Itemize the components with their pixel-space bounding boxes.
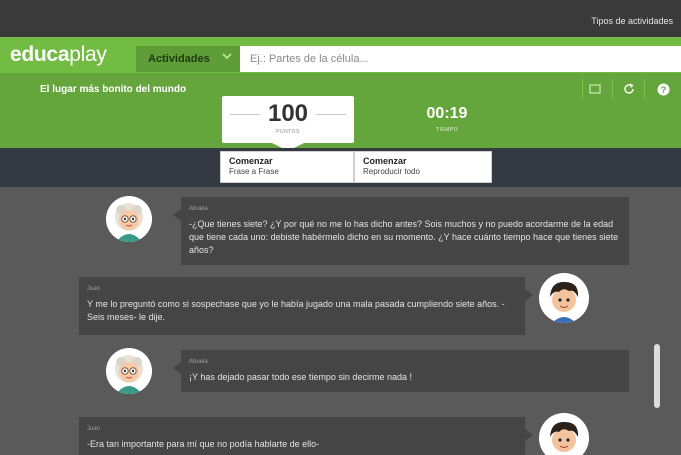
boy-avatar	[539, 413, 589, 455]
nav-bar: educaplay Actividades	[0, 37, 681, 73]
speaker-name: Abuela	[189, 359, 208, 365]
search-input[interactable]	[240, 46, 681, 72]
educaplay-logo[interactable]: educaplay	[10, 43, 107, 67]
message-bubble[interactable]: Abuela ¡Y has dejado pasar todo ese tiem…	[173, 350, 629, 392]
score-value: 100	[267, 100, 309, 127]
button-title: Comenzar	[229, 156, 273, 166]
activity-types-link[interactable]: Tipos de actividades	[591, 16, 673, 26]
message-bubble[interactable]: Abuela -¿Que tienes siete? ¿Y por qué no…	[173, 197, 629, 265]
message-text: -¿Que tienes siete? ¿Y por qué no me lo …	[189, 219, 619, 255]
button-title: Comenzar	[363, 156, 407, 166]
help-icon[interactable]: ?	[656, 83, 670, 97]
button-subtitle: Frase a Frase	[229, 167, 279, 176]
activities-label: Actividades	[148, 53, 210, 65]
message-text: -Era tan importante para mí que no podía…	[87, 439, 320, 449]
timer-value: 00:19	[426, 105, 468, 122]
message-text: ¡Y has dejado pasar todo ese tiempo sin …	[189, 372, 412, 382]
dialogue-area[interactable]: Abuela -¿Que tienes siete? ¿Y por qué no…	[0, 187, 681, 455]
message-text: Y me lo preguntó como si sospechase que …	[87, 299, 505, 322]
scrollbar-thumb[interactable]	[654, 344, 660, 408]
divider	[582, 79, 583, 99]
refresh-icon[interactable]	[622, 83, 636, 97]
divider	[612, 79, 613, 99]
message-bubble[interactable]: Juan -Era tan importante para mí que no …	[79, 417, 533, 455]
top-bar: Tipos de actividades	[0, 0, 681, 37]
score-label: PUNTOS	[276, 129, 300, 135]
grandma-avatar	[106, 348, 152, 394]
divider	[644, 79, 645, 99]
grandma-avatar	[106, 196, 152, 242]
button-subtitle: Reproducir todo	[363, 167, 420, 176]
start-phrase-button[interactable]: Comenzar Frase a Frase	[220, 151, 354, 183]
speaker-name: Juan	[87, 426, 101, 432]
boy-avatar	[539, 273, 589, 323]
logo-light-text: play	[69, 43, 107, 66]
timer-label: TIEMPO	[435, 127, 459, 133]
chevron-down-icon	[222, 51, 232, 64]
activity-title: El lugar más bonito del mundo	[40, 84, 187, 95]
message-bubble[interactable]: Juan Y me lo preguntó como si sospechase…	[79, 277, 533, 335]
speaker-name: Juan	[87, 286, 101, 292]
logo-bold-text: educa	[10, 43, 70, 66]
activities-dropdown[interactable]: Actividades	[136, 46, 240, 72]
svg-text:?: ?	[660, 85, 666, 95]
play-all-button[interactable]: Comenzar Reproducir todo	[354, 151, 492, 183]
score-card: 100 PUNTOS	[222, 96, 354, 151]
speaker-name: Abuela	[189, 206, 208, 212]
expand-icon[interactable]	[588, 83, 602, 97]
